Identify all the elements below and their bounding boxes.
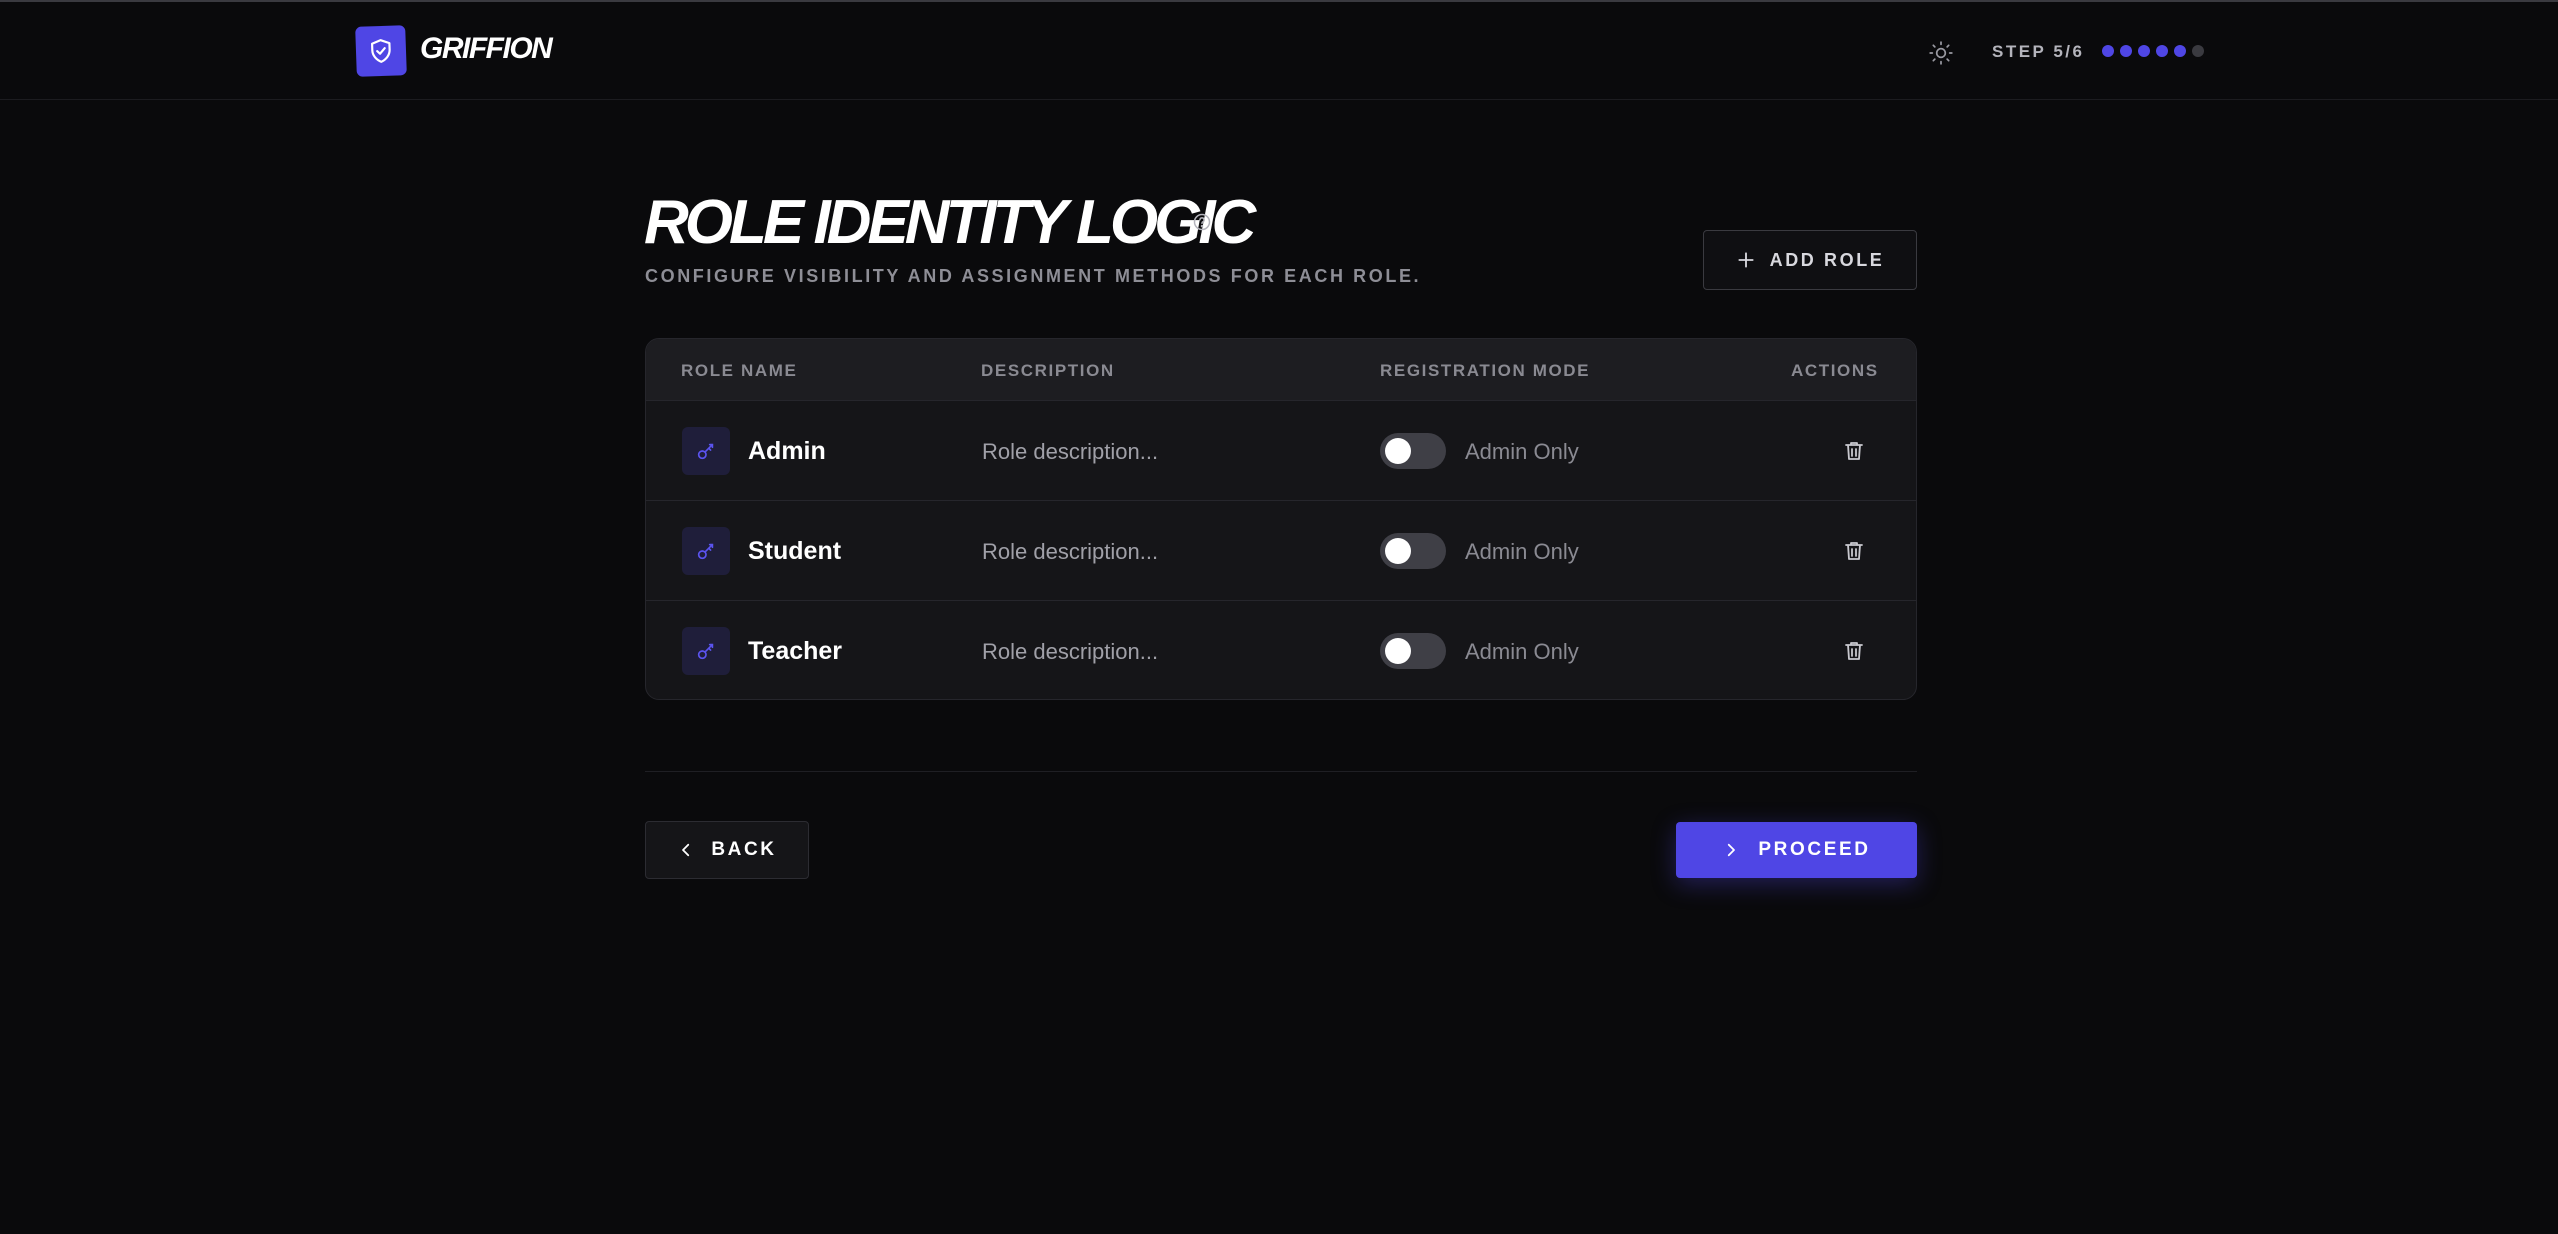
sun-icon[interactable] (1926, 38, 1956, 68)
trash-icon[interactable] (1838, 435, 1870, 467)
table-header: ROLE NAME DESCRIPTION REGISTRATION MODE … (646, 339, 1916, 401)
roles-table: ROLE NAME DESCRIPTION REGISTRATION MODE … (645, 338, 1917, 700)
section-divider (645, 771, 1917, 772)
proceed-label: PROCEED (1758, 839, 1871, 860)
logo-shield-icon (355, 25, 407, 77)
step-dot-complete (2174, 45, 2186, 57)
chevron-left-icon (682, 843, 690, 857)
table-row: Student Role description... Admin Only (646, 501, 1916, 601)
step-dot-complete (2138, 45, 2150, 57)
step-indicator-label: STEP 5/6 (1992, 42, 2085, 61)
proceed-button[interactable]: PROCEED (1676, 822, 1917, 878)
step-progress-dots (2102, 45, 2204, 57)
step-dot-complete (2120, 45, 2132, 57)
page-title: ROLE IDENTITY LOGIC (644, 188, 1256, 257)
toggle-knob (1385, 438, 1411, 464)
question-circle-icon[interactable] (1192, 212, 1212, 232)
role-description-input[interactable]: Role description... (982, 639, 1158, 665)
key-icon (682, 427, 730, 475)
back-label: BACK (711, 839, 777, 860)
key-icon (682, 527, 730, 575)
trash-icon[interactable] (1838, 535, 1870, 567)
table-row: Teacher Role description... Admin Only (646, 601, 1916, 699)
role-description-input[interactable]: Role description... (982, 539, 1158, 565)
table-row: Admin Role description... Admin Only (646, 401, 1916, 501)
column-header-role-name: ROLE NAME (681, 361, 798, 380)
column-header-registration-mode: REGISTRATION MODE (1380, 361, 1591, 380)
add-role-label: ADD ROLE (1769, 249, 1885, 270)
top-bar: GRIFFION STEP 5/6 (0, 0, 2558, 100)
plus-icon (1738, 252, 1754, 268)
back-button[interactable]: BACK (645, 821, 809, 879)
trash-icon[interactable] (1838, 635, 1870, 667)
registration-mode-toggle[interactable] (1380, 533, 1446, 569)
page-subtitle: CONFIGURE VISIBILITY AND ASSIGNMENT METH… (645, 266, 1422, 286)
step-dot-pending (2192, 45, 2204, 57)
step-dot-complete (2156, 45, 2168, 57)
key-icon (682, 627, 730, 675)
registration-mode-toggle[interactable] (1380, 433, 1446, 469)
column-header-actions: ACTIONS (1791, 361, 1879, 380)
role-name[interactable]: Student (748, 537, 841, 566)
column-header-description: DESCRIPTION (981, 361, 1115, 380)
brand-name: GRIFFION (420, 32, 553, 65)
role-name[interactable]: Admin (748, 437, 826, 466)
chevron-right-icon (1728, 843, 1736, 857)
toggle-knob (1385, 538, 1411, 564)
registration-mode-label: Admin Only (1465, 639, 1579, 664)
registration-mode-label: Admin Only (1465, 439, 1579, 464)
registration-mode-label: Admin Only (1465, 539, 1579, 564)
registration-mode-toggle[interactable] (1380, 633, 1446, 669)
add-role-button[interactable]: ADD ROLE (1703, 230, 1917, 290)
toggle-knob (1385, 638, 1411, 664)
role-description-input[interactable]: Role description... (982, 439, 1158, 465)
role-name[interactable]: Teacher (748, 637, 842, 666)
step-dot-complete (2102, 45, 2114, 57)
